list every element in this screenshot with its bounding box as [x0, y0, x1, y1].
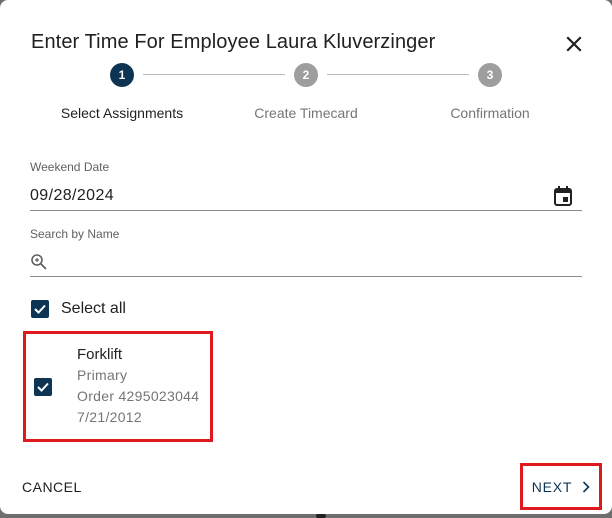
- next-button-label: NEXT: [531, 478, 573, 495]
- calendar-icon[interactable]: [554, 185, 572, 206]
- assignment-order: Order 4295023044: [77, 388, 200, 404]
- assignment-checkbox[interactable]: [34, 378, 52, 396]
- step-3-indicator: 3: [478, 63, 502, 87]
- stepper: 1 2 3 Select Assignments Create Timecard…: [0, 62, 612, 132]
- search-label: Search by Name: [30, 227, 120, 241]
- chevron-right-icon: [582, 480, 590, 493]
- assignment-date: 7/21/2012: [77, 409, 142, 425]
- weekend-date-value[interactable]: 09/28/2024: [30, 187, 114, 205]
- cancel-button[interactable]: CANCEL: [22, 479, 82, 495]
- assignment-card[interactable]: Forklift Primary Order 4295023044 7/21/2…: [23, 331, 213, 442]
- close-button[interactable]: [562, 32, 586, 56]
- weekend-date-field[interactable]: Weekend Date 09/28/2024: [30, 160, 582, 212]
- step-connector: [327, 74, 469, 75]
- select-all-checkbox[interactable]: Select all: [31, 300, 126, 318]
- step-connector: [143, 74, 285, 75]
- search-icon: [30, 253, 48, 271]
- check-icon: [34, 304, 46, 314]
- search-input[interactable]: [54, 253, 582, 270]
- search-by-name-field[interactable]: Search by Name: [30, 227, 582, 277]
- step-2-label: Create Timecard: [254, 105, 358, 121]
- step-1-indicator: 1: [110, 63, 134, 87]
- dialog-title: Enter Time For Employee Laura Kluverzing…: [31, 31, 436, 53]
- next-button[interactable]: NEXT: [520, 463, 602, 510]
- close-icon: [566, 36, 582, 52]
- enter-time-dialog: Enter Time For Employee Laura Kluverzing…: [0, 0, 612, 514]
- step-1-label: Select Assignments: [60, 105, 184, 121]
- assignment-type: Primary: [77, 367, 128, 383]
- check-icon: [37, 382, 49, 392]
- weekend-date-label: Weekend Date: [30, 160, 110, 174]
- checkbox-checked[interactable]: [31, 300, 49, 318]
- step-3-label: Confirmation: [450, 105, 530, 121]
- assignment-title: Forklift: [77, 346, 122, 363]
- step-2-indicator: 2: [294, 63, 318, 87]
- select-all-label: Select all: [61, 300, 126, 317]
- backdrop-handle: [316, 514, 326, 518]
